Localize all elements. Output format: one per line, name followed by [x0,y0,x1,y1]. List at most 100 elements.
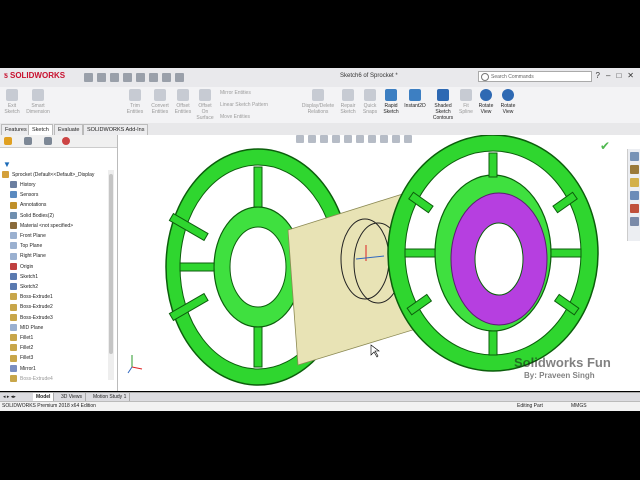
smart-dimension-button[interactable]: Smart Dimension [25,89,51,115]
shaded-sketch-contours-button[interactable]: Shaded Sketch Contours [430,89,456,121]
tree-item[interactable]: Fillet2 [4,343,33,353]
tree-item-label: Front Plane [20,233,46,239]
rotate-view-button-2[interactable]: Rotate View [498,89,518,115]
instant2d-button[interactable]: Instant2D [403,89,427,109]
filter-icon[interactable]: ▼ [3,160,11,169]
status-bar: SOLIDWORKS Premium 2018 x64 Edition Edit… [0,401,640,411]
feature-manager-panel: ▼ Sprocket (Default<<Default>_Display Hi… [0,135,118,391]
tree-item-label: Solid Bodies(2) [20,212,54,219]
tree-scrollbar[interactable] [108,170,114,380]
solidworks-logo[interactable]: ƽ SOLIDWORKS [4,71,65,80]
help-button[interactable]: ? [596,71,600,80]
rebuild-icon[interactable] [162,72,171,82]
linear-sketch-pattern-button[interactable]: Linear Sketch Pattern [220,102,268,108]
display-delete-relations-button[interactable]: Display/Delete Relations [300,89,336,115]
tree-item-label: Sketch1 [20,273,39,280]
move-entities-button[interactable]: Move Entities [220,114,250,120]
tree-item[interactable]: Right Plane [4,251,46,261]
save-icon[interactable] [110,72,119,82]
tree-item[interactable]: MID Plane [4,323,43,333]
plane-icon [10,242,17,250]
tab-solidworks-add-ins[interactable]: SOLIDWORKS Add-Ins [83,124,149,135]
units-label[interactable]: MMGS [571,402,587,411]
tree-item-label: Material <not specified> [20,222,74,229]
tree-item-label: Boss-Extrude2 [20,304,53,311]
sketch-icon [10,283,17,291]
tree-item[interactable]: Top Plane [4,241,42,251]
print-icon[interactable] [123,72,132,82]
mirror-entities-button[interactable]: Mirror Entities [220,90,251,96]
tree-item[interactable]: Boss-Extrude3 [4,313,53,323]
rapid-sketch-button[interactable]: Rapid Sketch [381,89,401,115]
command-manager-ribbon: Exit Sketch Smart Dimension Trim Entitie… [0,87,640,124]
tree-item[interactable]: Origin [4,262,33,272]
extrude-icon [10,374,17,382]
sprocket-right [387,135,599,372]
configuration-manager-icon[interactable] [44,137,52,145]
rotate-view-button[interactable]: Rotate View [476,89,496,115]
graphics-area[interactable]: ✔ Solidworks Fun By: Praveen Singh [118,135,640,391]
search-input[interactable]: Search Commands [478,71,592,82]
trim-entities-button[interactable]: Trim Entities [123,89,147,115]
extrude-icon [10,313,17,321]
solid-bodies-icon [10,211,17,219]
maximize-button[interactable]: □ [616,71,621,80]
tab-features[interactable]: Features [1,124,31,135]
watermark-title: Solidworks Fun [514,355,611,370]
tree-item[interactable]: Solid Bodies(2) [4,211,54,221]
tab-evaluate[interactable]: Evaluate [54,124,84,135]
feature-manager-icon[interactable] [4,137,12,145]
offset-entities-button[interactable]: Offset Entities [171,89,195,115]
tree-item-label: Annotations [20,202,47,209]
tree-item-label: MID Plane [20,324,44,331]
fillet-icon [10,354,17,362]
close-button[interactable]: ✕ [627,71,634,80]
tree-item[interactable]: Material <not specified> [4,221,73,231]
tree-item-label: Origin [20,263,34,270]
tree-item[interactable]: Mirror1 [4,364,36,374]
tree-item[interactable]: Fillet3 [4,353,33,363]
extrude-icon [10,303,17,311]
convert-entities-button[interactable]: Convert Entities [148,89,172,115]
tree-item[interactable]: History [4,180,36,190]
tree-item[interactable]: Boss-Extrude2 [4,302,53,312]
tree-item[interactable]: Annotations [4,200,46,210]
tree-item[interactable]: Boss-Extrude1 [4,292,53,302]
offset-on-surface-button[interactable]: Offset On Surface [195,89,215,121]
tree-item-label: Boss-Extrude1 [20,294,53,301]
tree-item[interactable]: Sketch1 [4,272,38,282]
coordinate-triad [127,355,143,374]
property-manager-icon[interactable] [24,137,32,145]
options-icon[interactable] [175,72,184,82]
plane-icon [10,232,17,240]
minimize-button[interactable]: – [606,71,610,80]
repair-sketch-button[interactable]: Repair Sketch [337,89,359,115]
tree-item-label: Sensors [20,192,39,199]
tab-sketch[interactable]: Sketch [28,124,53,135]
mouse-cursor [370,344,380,358]
watermark-byline: By: Praveen Singh [524,371,595,380]
tree-item[interactable]: Fillet1 [4,333,33,343]
tree-item[interactable]: Front Plane [4,231,46,241]
tree-item-label: Fillet2 [20,345,34,352]
fit-spline-button[interactable]: Fit Spline [458,89,474,115]
select-icon[interactable] [149,72,158,82]
exit-sketch-button[interactable]: Exit Sketch [3,89,21,115]
open-icon[interactable] [97,72,106,82]
tree-item[interactable]: Sketch2 [4,282,38,292]
document-title: Sketch6 of Sprocket * [340,73,398,79]
quick-snaps-button[interactable]: Quick Snaps [360,89,380,115]
tree-item[interactable]: Boss-Extrude4 [4,374,53,384]
tree-item-label: Fillet3 [20,355,34,362]
tree-item-label: Sketch2 [20,284,39,290]
undo-icon[interactable] [136,72,145,82]
appearance-icon[interactable] [62,137,70,145]
tree-root[interactable]: Sprocket (Default<<Default>_Display [2,170,94,180]
fillet-icon [10,344,17,352]
fillet-icon [10,334,17,342]
tree-item[interactable]: Sensors [4,190,38,200]
sketch-icon [10,272,17,280]
tree-item-label: Mirror1 [20,365,36,372]
tree-item-label: Fillet1 [20,335,34,341]
new-document-icon[interactable] [84,72,93,82]
